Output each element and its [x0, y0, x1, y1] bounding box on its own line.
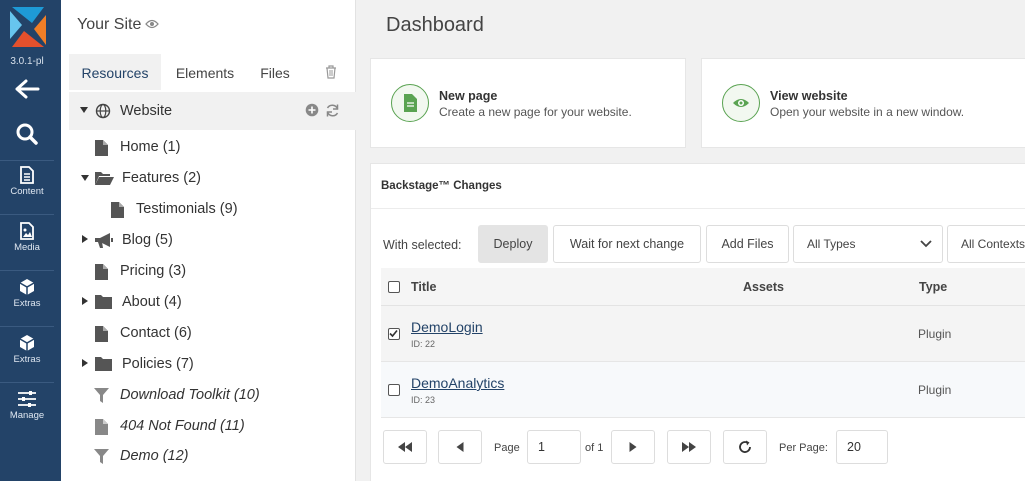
row-id: ID: 23 — [411, 395, 436, 405]
select-all-checkbox[interactable] — [388, 281, 400, 293]
file-text-icon — [20, 166, 34, 184]
page-icon — [95, 264, 108, 280]
table-row[interactable]: DemoAnalytics ID: 23 Plugin — [381, 362, 1025, 418]
caret-down-icon[interactable] — [81, 175, 89, 181]
with-selected-label: With selected: — [383, 238, 462, 252]
card-title: New page — [439, 89, 498, 103]
add-files-button[interactable]: Add Files — [706, 225, 789, 263]
check-icon — [389, 329, 398, 338]
backstage-changes-panel: Backstage™ Changes With selected: Deploy… — [370, 163, 1025, 481]
page-icon — [95, 419, 108, 435]
page-input[interactable]: 1 — [527, 430, 581, 464]
main-content: Dashboard New page Create a new page for… — [356, 0, 1025, 481]
chevron-down-icon — [920, 240, 932, 248]
refresh-icon[interactable] — [325, 103, 340, 118]
globe-icon — [95, 103, 111, 119]
tab-files[interactable]: Files — [249, 54, 301, 90]
wait-for-next-change-button[interactable]: Wait for next change — [553, 225, 701, 263]
arrow-left-icon[interactable] — [14, 78, 40, 100]
tree-tabs: Resources Elements Files — [69, 54, 349, 90]
filter-icon — [94, 388, 109, 403]
search-icon[interactable] — [14, 122, 40, 146]
trash-icon[interactable] — [325, 65, 337, 79]
per-page-label: Per Page: — [779, 442, 828, 454]
column-type[interactable]: Type — [919, 280, 947, 294]
caret-right-icon[interactable] — [82, 359, 88, 367]
eye-icon — [733, 99, 749, 107]
site-name[interactable]: Your Site — [77, 16, 141, 34]
contexts-select[interactable]: All Contexts — [947, 225, 1025, 263]
megaphone-icon — [95, 233, 113, 248]
row-checkbox[interactable] — [388, 328, 400, 340]
tree-root-label: Website — [120, 103, 173, 119]
row-checkbox[interactable] — [388, 384, 400, 396]
last-page-button[interactable] — [667, 430, 711, 464]
rail-item-content[interactable]: Content — [0, 166, 54, 197]
caret-right-icon[interactable] — [82, 297, 88, 305]
page-icon — [111, 202, 124, 218]
page-icon — [95, 140, 108, 156]
resource-tree-panel: Your Site Resources Elements Files Websi… — [61, 0, 356, 481]
types-select[interactable]: All Types — [793, 225, 943, 263]
tab-resources[interactable]: Resources — [69, 54, 161, 90]
column-assets[interactable]: Assets — [743, 280, 784, 294]
table-header: Title Assets Type — [381, 268, 1025, 306]
row-type: Plugin — [918, 383, 952, 397]
modx-logo-icon[interactable] — [8, 5, 48, 49]
new-page-card[interactable]: New page Create a new page for your webs… — [370, 58, 686, 148]
filter-icon — [94, 449, 109, 464]
of-pages-label: of 1 — [585, 442, 604, 454]
table-row[interactable]: DemoLogin ID: 22 Plugin — [381, 306, 1025, 362]
tab-elements[interactable]: Elements — [165, 54, 245, 90]
file-image-icon — [20, 222, 34, 240]
prev-page-button[interactable] — [438, 430, 482, 464]
double-chevron-right-icon — [682, 442, 696, 452]
row-type: Plugin — [918, 327, 952, 341]
refresh-button[interactable] — [723, 430, 767, 464]
next-page-button[interactable] — [611, 430, 655, 464]
rail-item-extras-2[interactable]: Extras — [0, 334, 54, 365]
sliders-icon — [18, 391, 36, 407]
caret-down-icon[interactable] — [80, 107, 88, 113]
row-title-link[interactable]: DemoLogin — [411, 319, 483, 335]
eye-icon[interactable] — [145, 19, 159, 29]
column-title[interactable]: Title — [411, 280, 436, 294]
rail-item-manage[interactable]: Manage — [0, 390, 54, 421]
double-chevron-left-icon — [398, 442, 412, 452]
tree-root-website[interactable]: Website — [69, 92, 356, 130]
card-title: View website — [770, 89, 848, 103]
card-description: Open your website in a new window. — [770, 105, 965, 119]
plus-circle-icon[interactable] — [305, 103, 319, 117]
file-icon — [404, 94, 417, 112]
rail-item-media[interactable]: Media — [0, 222, 54, 253]
chevron-left-icon — [456, 442, 464, 452]
page-icon — [95, 326, 108, 342]
page-label: Page — [494, 442, 520, 454]
panel-heading: Backstage™ Changes — [381, 180, 502, 192]
version-label: 3.0.1-pl — [10, 56, 44, 67]
row-id: ID: 22 — [411, 339, 436, 349]
chevron-right-icon — [629, 442, 637, 452]
folder-icon — [95, 357, 112, 371]
first-page-button[interactable] — [383, 430, 427, 464]
page-title: Dashboard — [386, 14, 484, 36]
cube-icon — [19, 335, 35, 351]
caret-right-icon[interactable] — [82, 235, 88, 243]
refresh-icon — [739, 440, 751, 453]
deploy-button[interactable]: Deploy — [478, 225, 548, 263]
per-page-input[interactable]: 20 — [836, 430, 888, 464]
rail-item-extras[interactable]: Extras — [0, 278, 54, 309]
view-website-card[interactable]: View website Open your website in a new … — [701, 58, 1025, 148]
left-rail: 3.0.1-pl Content Media Extras Extras Man… — [0, 0, 61, 481]
folder-open-icon — [95, 172, 114, 185]
row-title-link[interactable]: DemoAnalytics — [411, 375, 504, 391]
card-description: Create a new page for your website. — [439, 105, 632, 119]
folder-icon — [95, 295, 112, 309]
cube-icon — [19, 279, 35, 295]
pagination: Page 1 of 1 Per Page: 20 — [381, 424, 1025, 474]
